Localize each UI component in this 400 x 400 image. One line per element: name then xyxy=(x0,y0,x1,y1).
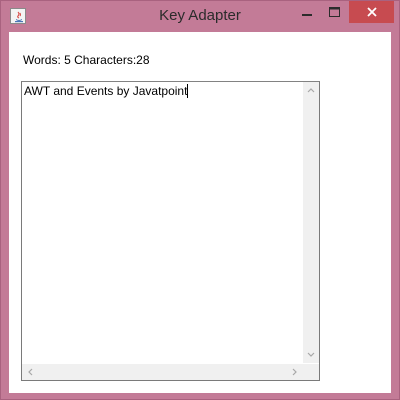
text-area-value: AWT and Events by Javatpoint xyxy=(24,84,188,98)
chevron-up-icon xyxy=(307,88,315,93)
text-caret xyxy=(187,84,189,98)
vertical-scrollbar[interactable] xyxy=(303,82,319,363)
chevron-down-icon xyxy=(307,352,315,357)
scroll-right-button[interactable] xyxy=(287,364,303,380)
chevron-left-icon xyxy=(28,368,33,376)
scroll-left-button[interactable] xyxy=(22,364,38,380)
chevron-right-icon xyxy=(292,368,297,376)
title-bar[interactable]: Key Adapter xyxy=(1,1,399,31)
maximize-icon xyxy=(328,7,340,17)
client-area: Words: 5 Characters:28 AWT and Events by… xyxy=(9,32,391,393)
text-area[interactable]: AWT and Events by Javatpoint xyxy=(21,81,320,381)
text-area-content[interactable]: AWT and Events by Javatpoint xyxy=(24,84,189,98)
horizontal-scrollbar[interactable] xyxy=(22,364,303,380)
close-button[interactable] xyxy=(349,1,394,23)
maximize-button[interactable] xyxy=(321,1,347,23)
java-app-icon[interactable] xyxy=(10,8,26,24)
app-window: Key Adapter Words: 5 Characters:28 AWT a… xyxy=(0,0,400,400)
close-icon xyxy=(366,7,377,17)
scrollbar-corner xyxy=(303,364,319,380)
word-character-counter-label: Words: 5 Characters:28 xyxy=(23,53,150,67)
minimize-button[interactable] xyxy=(294,1,320,23)
minimize-icon xyxy=(302,14,312,16)
scroll-up-button[interactable] xyxy=(303,82,319,98)
scroll-down-button[interactable] xyxy=(303,347,319,363)
